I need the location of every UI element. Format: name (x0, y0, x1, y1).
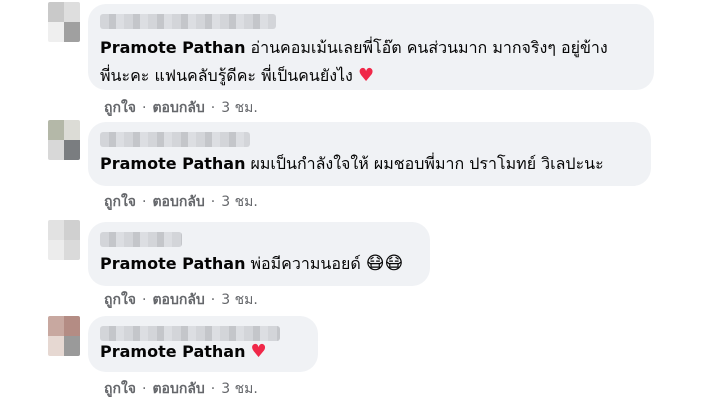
reply-button[interactable]: ตอบกลับ (152, 292, 204, 308)
blurred-username (100, 232, 182, 247)
comment-bubble: Pramote Pathan อ่านคอมเม้นเลยพี่โอ๊ต คนส่… (88, 4, 654, 90)
comment-author[interactable]: Pramote Pathan (100, 342, 245, 361)
separator-dot: · (210, 381, 216, 397)
like-button[interactable]: ถูกใจ (104, 292, 136, 308)
comment-text: Pramote Pathan อ่านคอมเม้นเลยพี่โอ๊ต คนส่… (100, 34, 642, 90)
separator-dot: · (210, 194, 216, 210)
comment-author[interactable]: Pramote Pathan (100, 38, 245, 57)
comment-body-line2: พี่นะคะ แฟนคลับรู้ดีคะ พี่เป็นคนยังไง (100, 66, 353, 85)
comment-text: Pramote Pathan ผมเป็นกำลังใจให้ ผมชอบพี่ม… (100, 150, 639, 178)
comment-text: Pramote Pathan พ่อมีความนอยด์ 😷😷 (100, 250, 418, 278)
like-button[interactable]: ถูกใจ (104, 100, 136, 116)
mask-face-icon: 😷😷 (365, 253, 404, 274)
reply-button[interactable]: ตอบกลับ (152, 381, 204, 397)
comment-bubble: Pramote Pathan ♥ (88, 316, 318, 372)
comment-actions: ถูกใจ · ตอบกลับ · 3 ชม. (104, 191, 258, 213)
comment-author[interactable]: Pramote Pathan (100, 154, 245, 173)
comment-author[interactable]: Pramote Pathan (100, 254, 245, 273)
comment-text: Pramote Pathan ♥ (100, 338, 306, 366)
blurred-username (100, 132, 250, 147)
avatar[interactable] (48, 316, 80, 356)
comment-actions: ถูกใจ · ตอบกลับ · 3 ชม. (104, 289, 258, 311)
timestamp[interactable]: 3 ชม. (221, 100, 258, 116)
avatar[interactable] (48, 2, 80, 42)
like-button[interactable]: ถูกใจ (104, 194, 136, 210)
separator-dot: · (142, 292, 147, 308)
like-button[interactable]: ถูกใจ (104, 381, 136, 397)
comment-body-line1: ผมเป็นกำลังใจให้ ผมชอบพี่มาก ปราโมทย์ วิ… (250, 154, 604, 173)
separator-dot: · (210, 292, 216, 308)
comment-bubble: Pramote Pathan พ่อมีความนอยด์ 😷😷 (88, 222, 430, 286)
comment-body-line1: อ่านคอมเม้นเลยพี่โอ๊ต คนส่วนมาก มากจริงๆ… (250, 38, 608, 57)
heart-icon: ♥ (250, 341, 267, 362)
avatar[interactable] (48, 120, 80, 160)
separator-dot: · (142, 194, 147, 210)
reply-button[interactable]: ตอบกลับ (152, 100, 204, 116)
separator-dot: · (210, 100, 216, 116)
blurred-username (100, 14, 276, 29)
timestamp[interactable]: 3 ชม. (221, 381, 258, 397)
timestamp[interactable]: 3 ชม. (221, 194, 258, 210)
comment-actions: ถูกใจ · ตอบกลับ · 3 ชม. (104, 97, 258, 119)
separator-dot: · (142, 381, 147, 397)
comment-actions: ถูกใจ · ตอบกลับ · 3 ชม. (104, 378, 258, 400)
timestamp[interactable]: 3 ชม. (221, 292, 258, 308)
comment-body-line1: พ่อมีความนอยด์ (250, 254, 361, 273)
heart-icon: ♥ (357, 65, 375, 86)
separator-dot: · (142, 100, 147, 116)
reply-button[interactable]: ตอบกลับ (152, 194, 204, 210)
comment-bubble: Pramote Pathan ผมเป็นกำลังใจให้ ผมชอบพี่ม… (88, 122, 651, 186)
avatar[interactable] (48, 220, 80, 260)
